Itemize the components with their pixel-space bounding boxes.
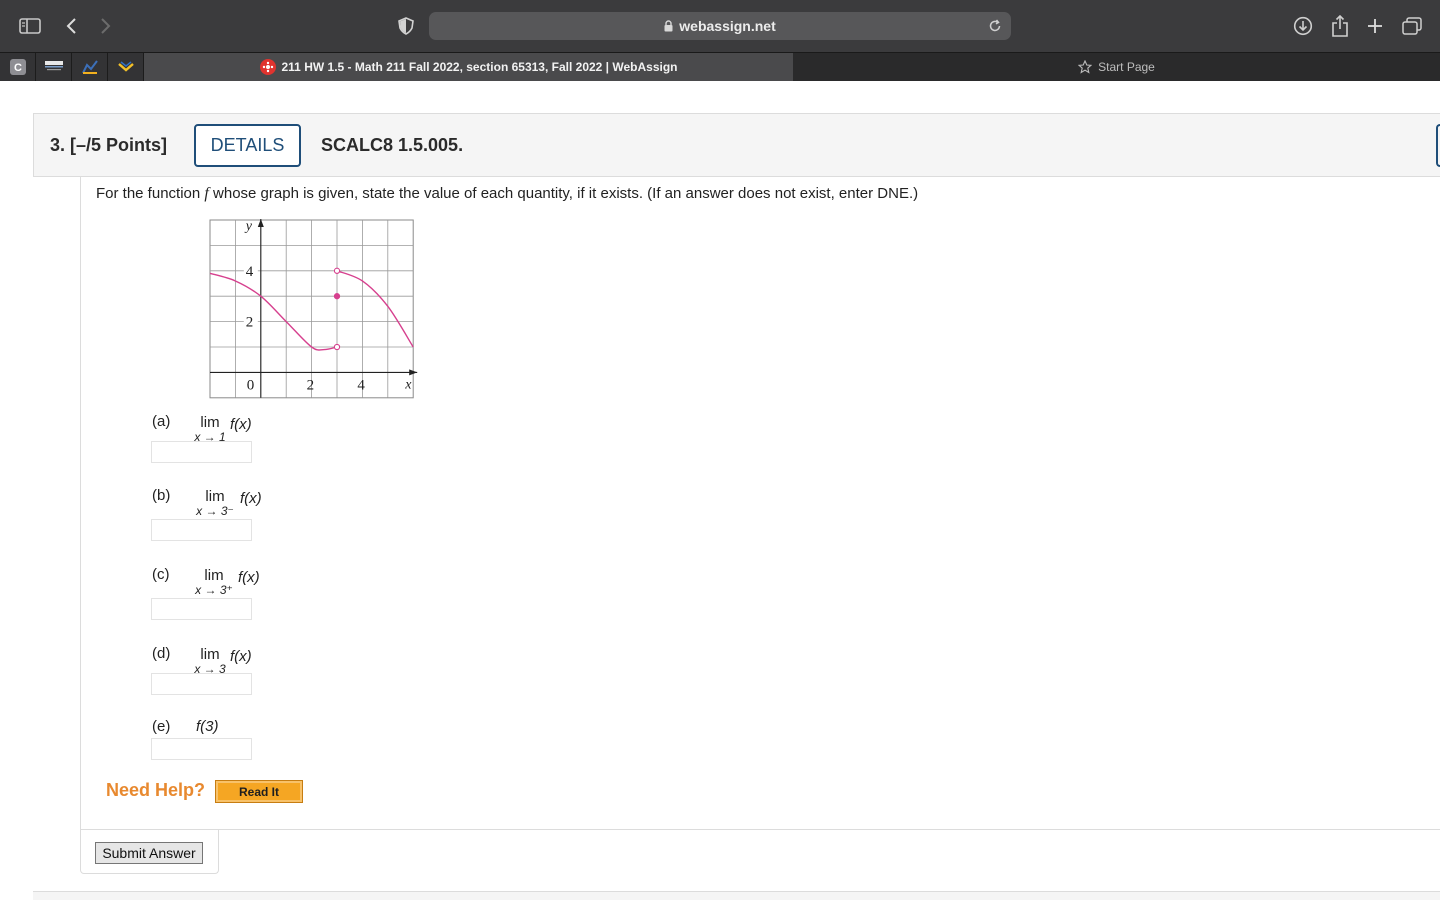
- open-point: [333, 343, 341, 351]
- prompt-text: For the function: [96, 185, 205, 202]
- share-icon[interactable]: [1328, 14, 1352, 38]
- new-tab-icon[interactable]: [1363, 14, 1387, 38]
- part-label: (b): [152, 487, 171, 504]
- prompt-text: whose graph is given, state the value of…: [208, 185, 919, 202]
- limit-subscript: x → 3⁺: [195, 583, 233, 597]
- function-graph: y x 0 2 4 2 4: [209, 219, 418, 399]
- privacy-shield-icon[interactable]: [394, 14, 418, 38]
- read-it-button[interactable]: Read It: [215, 780, 303, 803]
- browser-toolbar: webassign.net: [0, 0, 1440, 52]
- pinned-chevron-icon[interactable]: [108, 53, 144, 81]
- address-bar[interactable]: webassign.net: [429, 12, 1011, 40]
- filled-point: [333, 293, 341, 300]
- details-button[interactable]: DETAILS: [194, 124, 301, 167]
- limit-subscript: x → 3⁻: [196, 504, 234, 518]
- next-question-edge: [33, 891, 1440, 900]
- tab-bar: C 211 HW 1.5 - Math 211 Fall 2022, secti…: [0, 52, 1440, 81]
- limit-word: lim: [200, 414, 220, 431]
- reload-icon[interactable]: [985, 16, 1005, 36]
- tab-webassign[interactable]: 211 HW 1.5 - Math 211 Fall 2022, section…: [144, 53, 793, 81]
- x-tick-label: 2: [307, 377, 315, 393]
- download-icon[interactable]: [1291, 14, 1315, 38]
- limit-word: lim: [204, 567, 224, 584]
- pinned-chart-icon[interactable]: [72, 53, 108, 81]
- limit-word: lim: [200, 646, 220, 663]
- header-right-button[interactable]: [1436, 124, 1440, 167]
- need-help-label: Need Help?: [106, 780, 206, 800]
- part-label: (d): [152, 645, 171, 662]
- part-label: (a): [152, 413, 171, 430]
- tab-title: 211 HW 1.5 - Math 211 Fall 2022, section…: [281, 60, 678, 74]
- webassign-icon: [259, 59, 276, 75]
- tab-title: Start Page: [1098, 60, 1155, 74]
- limit-word: lim: [205, 488, 225, 505]
- function-expression: f(x): [230, 416, 252, 433]
- pinned-flag-icon[interactable]: [36, 53, 72, 81]
- function-expression: f(3): [196, 718, 219, 735]
- question-code: SCALC8 1.5.005.: [321, 135, 464, 155]
- submit-area: [80, 829, 1440, 875]
- answer-input[interactable]: [151, 673, 252, 695]
- tab-start-page[interactable]: Start Page: [793, 53, 1440, 81]
- open-point: [333, 267, 341, 274]
- x-tick-label: 4: [357, 377, 365, 393]
- url-text: webassign.net: [679, 18, 776, 34]
- answer-input[interactable]: [151, 441, 252, 463]
- y-axis-label: y: [244, 219, 253, 234]
- submit-answer-button[interactable]: Submit Answer: [95, 842, 203, 864]
- y-tick-label: 4: [246, 264, 254, 280]
- answer-input[interactable]: [151, 738, 252, 760]
- x-tick-label: 0: [247, 377, 255, 393]
- y-tick-label: 2: [246, 315, 254, 331]
- function-expression: f(x): [230, 648, 252, 665]
- tab-overview-icon[interactable]: [1400, 14, 1424, 38]
- part-label: (c): [152, 566, 170, 583]
- question-header: 3. [–/5 Points] DETAILS SCALC8 1.5.005.: [33, 113, 1440, 177]
- answer-input[interactable]: [151, 519, 252, 541]
- question-prompt: For the function f whose graph is given,…: [96, 185, 918, 203]
- sidebar-icon[interactable]: [18, 14, 42, 38]
- question-number-points: 3. [–/5 Points]: [50, 135, 168, 155]
- forward-icon[interactable]: [94, 14, 118, 38]
- answer-input[interactable]: [151, 598, 252, 620]
- svg-text:C: C: [14, 62, 22, 74]
- part-label: (e): [152, 718, 171, 735]
- function-expression: f(x): [238, 569, 260, 586]
- x-axis-label: x: [404, 377, 412, 392]
- pinned-c-icon[interactable]: C: [0, 53, 36, 81]
- star-icon: [1078, 60, 1093, 74]
- back-icon[interactable]: [59, 14, 83, 38]
- lock-icon: [664, 19, 673, 35]
- function-expression: f(x): [240, 490, 262, 507]
